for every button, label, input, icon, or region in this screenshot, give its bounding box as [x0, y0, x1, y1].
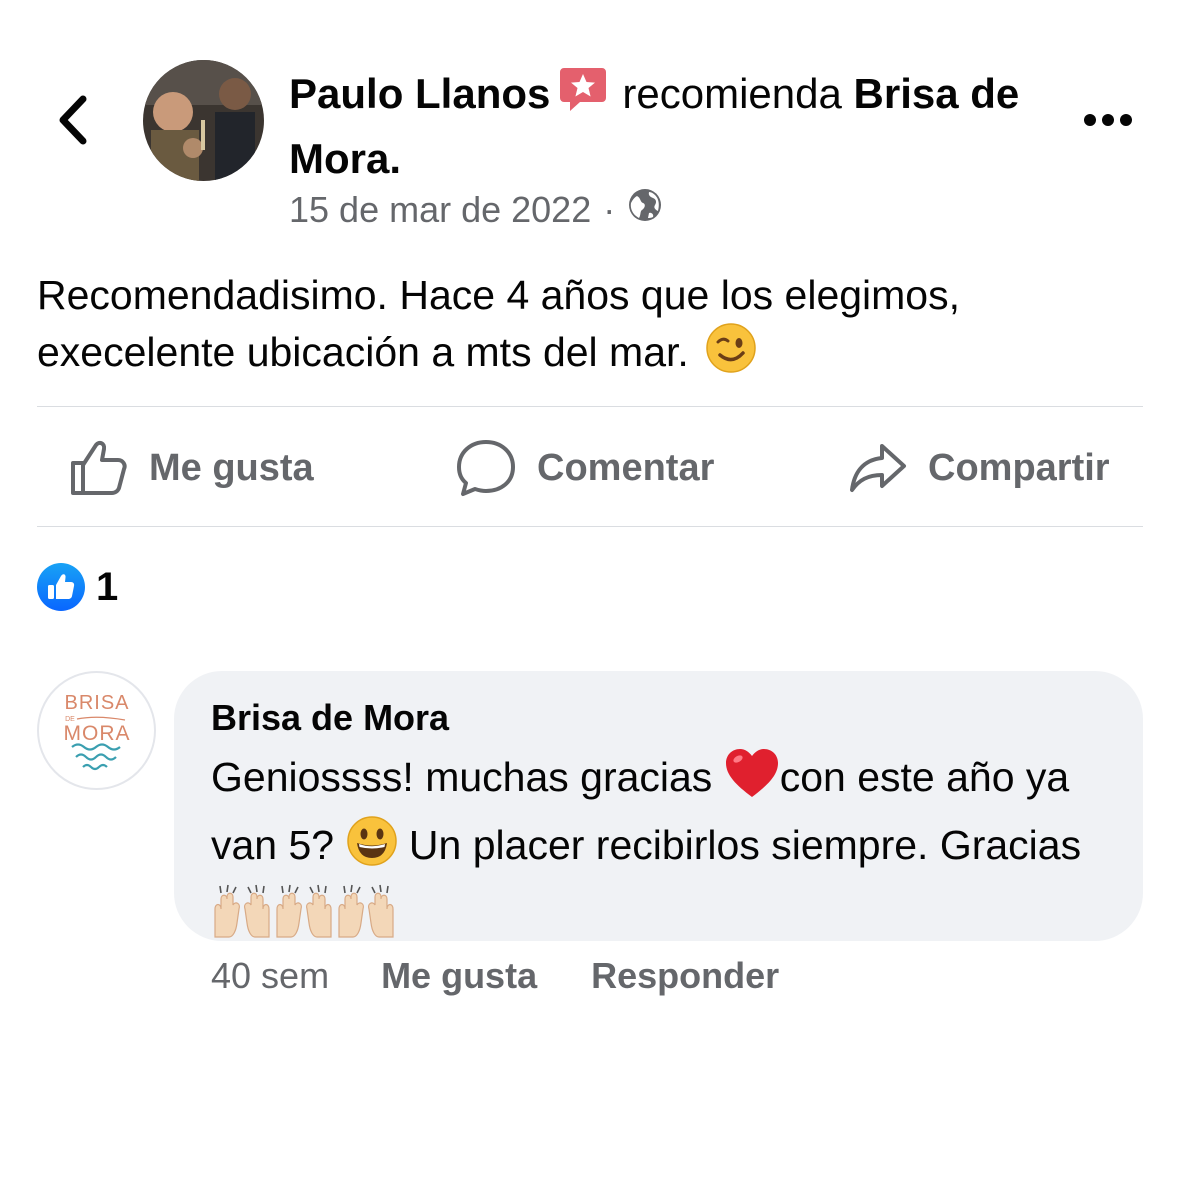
- comment-text-part-1: Geniossss! muchas gracias: [211, 754, 713, 800]
- post-body: Recomendadisimo. Hace 4 años que los ele…: [37, 268, 1147, 387]
- comment-timestamp[interactable]: 40 sem: [211, 955, 329, 997]
- post-text: Recomendadisimo. Hace 4 años que los ele…: [37, 272, 961, 375]
- share-arrow-icon: [850, 444, 906, 492]
- comment-label: Comentar: [537, 446, 715, 489]
- like-label: Me gusta: [149, 446, 314, 489]
- post-header: Paulo Llanos recomienda Brisa de Mora.: [289, 64, 1049, 188]
- more-options-button[interactable]: [1080, 100, 1136, 140]
- comment-bubble-icon: [457, 440, 515, 496]
- comment-like-button[interactable]: Me gusta: [381, 955, 537, 997]
- share-button[interactable]: Compartir: [848, 438, 1110, 498]
- reaction-count: 1: [96, 564, 119, 609]
- globe-icon[interactable]: [627, 187, 663, 232]
- post-date[interactable]: 15 de mar de 2022: [289, 189, 591, 231]
- like-button[interactable]: Me gusta: [69, 438, 314, 498]
- comment-bubble: Brisa de Mora Geniossss! muchas gracias …: [174, 671, 1143, 941]
- commenter-avatar[interactable]: BRISA DE MORA: [37, 671, 156, 790]
- divider-top: [37, 406, 1143, 407]
- like-reaction-icon: [37, 563, 85, 611]
- svg-text:MORA: MORA: [64, 722, 131, 745]
- back-button[interactable]: [44, 88, 100, 152]
- svg-text:BRISA: BRISA: [64, 692, 129, 714]
- smiley-emoji-icon: [346, 815, 398, 883]
- more-icon: [1084, 114, 1132, 126]
- author-avatar[interactable]: [143, 60, 264, 181]
- comment-text-part-3: Un placer recibirlos siempre. Gracias: [408, 822, 1082, 868]
- post-detail-screen: Paulo Llanos recomienda Brisa de Mora. 1…: [0, 0, 1179, 1179]
- brisa-de-mora-logo: BRISA DE MORA: [64, 692, 131, 771]
- comment-author[interactable]: Brisa de Mora: [211, 697, 449, 739]
- recommends-label: recomienda: [622, 70, 842, 117]
- recommendation-icon: [558, 66, 608, 129]
- thumbs-up-icon: [71, 440, 127, 495]
- wink-emoji-icon: [705, 322, 757, 387]
- author-name[interactable]: Paulo Llanos: [289, 70, 550, 117]
- comment-meta: 40 sem Me gusta Responder: [211, 955, 833, 997]
- post-meta: 15 de mar de 2022 ·: [289, 187, 663, 232]
- reaction-summary[interactable]: 1: [36, 562, 118, 612]
- red-heart-emoji-icon: [724, 747, 780, 815]
- comment-button[interactable]: Comentar: [455, 438, 714, 498]
- action-bar: Me gusta Comentar Compartir: [37, 408, 1143, 526]
- chevron-left-icon: [59, 95, 87, 145]
- comment-reply-button[interactable]: Responder: [591, 955, 779, 997]
- meta-separator: ·: [603, 188, 616, 230]
- comment-text: Geniossss! muchas gracias con este año y…: [211, 747, 1121, 955]
- divider-bottom: [37, 526, 1143, 527]
- share-label: Compartir: [928, 446, 1110, 489]
- raising-hands-emoji-icon: [211, 883, 397, 955]
